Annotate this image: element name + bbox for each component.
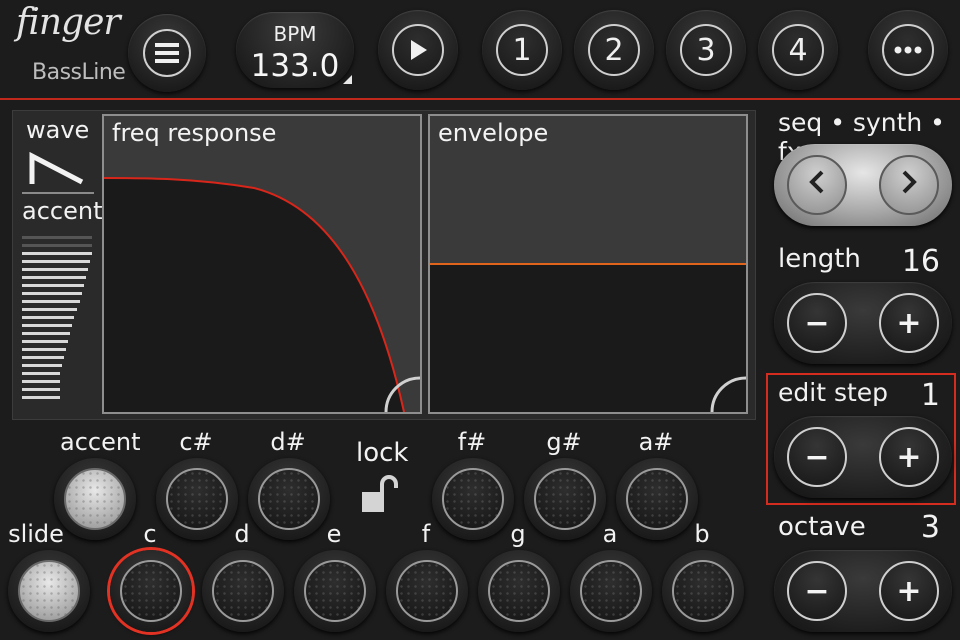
edit-step-label: edit step (778, 378, 889, 407)
key-g[interactable] (478, 550, 560, 632)
panel-divider (22, 192, 94, 194)
pattern-label: 4 (788, 32, 808, 68)
header-divider (0, 98, 960, 100)
lock-label: lock (356, 438, 409, 468)
app-subtitle: BassLine (32, 60, 126, 85)
plus-icon: + (896, 573, 922, 609)
prev-page-button[interactable] (787, 155, 847, 215)
pattern-button-3[interactable]: 3 (666, 10, 746, 90)
octave-decrement-button[interactable]: − (787, 561, 847, 621)
play-button[interactable] (378, 10, 458, 90)
octave-stepper: − + (774, 550, 952, 632)
bpm-value: 133.0 (250, 48, 340, 84)
key-label-g: g (510, 520, 526, 548)
pattern-button-4[interactable]: 4 (758, 10, 838, 90)
edit-step-increment-button[interactable]: + (879, 427, 939, 487)
length-value: 16 (901, 244, 940, 279)
length-stepper: − + (774, 282, 952, 364)
key-b[interactable] (662, 550, 744, 632)
next-page-button[interactable] (879, 155, 939, 215)
minus-icon: − (804, 305, 830, 341)
key-label-c: c (143, 520, 157, 548)
minus-icon: − (804, 573, 830, 609)
length-label: length (778, 244, 861, 274)
octave-increment-button[interactable]: + (879, 561, 939, 621)
sawtooth-wave-icon[interactable] (26, 150, 88, 192)
key-label-a: a (602, 520, 618, 548)
edit-step-stepper: − + (774, 416, 952, 498)
freq-response-graph[interactable]: freq response (102, 114, 422, 414)
corner-arrow-icon (343, 75, 352, 84)
pattern-button-1[interactable]: 1 (482, 10, 562, 90)
plus-icon: + (896, 305, 922, 341)
freq-response-plot (104, 116, 420, 412)
more-icon (882, 24, 934, 76)
key-label-e: e (326, 520, 342, 548)
key-label-d-sharp: d# (270, 428, 306, 456)
play-icon (392, 24, 444, 76)
envelope-title: envelope (438, 119, 549, 147)
bpm-label: BPM (273, 22, 317, 46)
menu-icon (143, 29, 191, 77)
pattern-button-2[interactable]: 2 (574, 10, 654, 90)
app-logo: finger (16, 2, 121, 43)
key-c[interactable] (110, 550, 192, 632)
key-f[interactable] (386, 550, 468, 632)
minus-icon: − (804, 439, 830, 475)
key-label-b: b (694, 520, 710, 548)
plus-icon: + (896, 439, 922, 475)
bpm-control[interactable]: BPM 133.0 (236, 12, 354, 88)
accent-meter-label: accent (22, 197, 103, 225)
page-nav-control (774, 144, 952, 226)
octave-value: 3 (920, 510, 940, 545)
accent-button-label: accent (60, 428, 141, 456)
chevron-left-icon (807, 168, 827, 203)
key-e[interactable] (294, 550, 376, 632)
key-a[interactable] (570, 550, 652, 632)
freq-response-title: freq response (112, 119, 277, 147)
octave-label: octave (778, 512, 866, 542)
key-label-c-sharp: c# (179, 428, 213, 456)
edit-step-decrement-button[interactable]: − (787, 427, 847, 487)
key-d[interactable] (202, 550, 284, 632)
pattern-label: 3 (696, 32, 716, 68)
pattern-label: 1 (512, 32, 532, 68)
edit-step-value: 1 (920, 378, 940, 413)
length-decrement-button[interactable]: − (787, 293, 847, 353)
chevron-right-icon (899, 168, 919, 203)
slide-button-label: slide (8, 520, 64, 548)
envelope-graph[interactable]: envelope (428, 114, 748, 414)
unlock-icon[interactable] (358, 474, 404, 518)
key-label-f: f (421, 520, 431, 548)
key-label-d: d (234, 520, 250, 548)
accent-meter[interactable] (22, 236, 94, 408)
length-increment-button[interactable]: + (879, 293, 939, 353)
key-label-g-sharp: g# (546, 428, 582, 456)
menu-button[interactable] (128, 14, 206, 92)
envelope-plot (430, 116, 746, 412)
key-label-f-sharp: f# (457, 428, 487, 456)
pattern-label: 2 (604, 32, 624, 68)
slide-button[interactable] (8, 550, 90, 632)
key-label-a-sharp: a# (638, 428, 674, 456)
more-button[interactable] (868, 10, 948, 90)
wave-label: wave (26, 116, 90, 144)
